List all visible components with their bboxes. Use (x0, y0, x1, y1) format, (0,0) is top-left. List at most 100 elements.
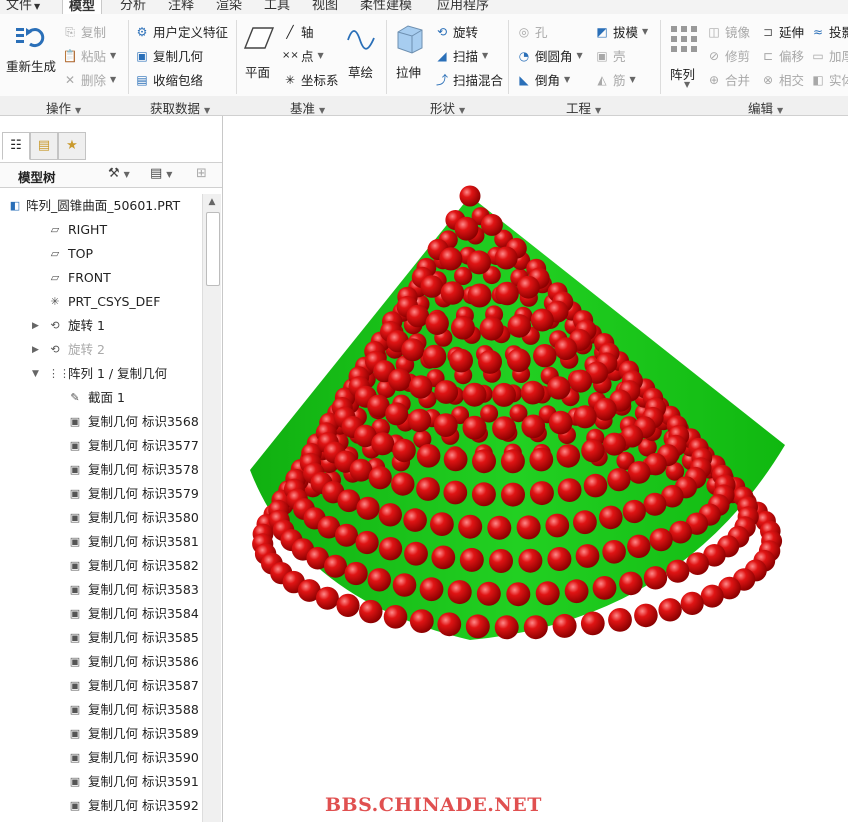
menu-file[interactable]: 文件 ▼ (6, 0, 40, 14)
tree-scrollbar[interactable]: ▲ (202, 194, 221, 822)
revolve-button[interactable]: ⟲ 旋转 (434, 22, 478, 41)
tree-item[interactable]: ▣ 复制几何 标识3591 (0, 770, 202, 794)
tree-item[interactable]: ▶ ⟲ 旋转 1 (0, 314, 202, 338)
sketch-button[interactable]: 草绘 (344, 20, 380, 84)
copy-button[interactable]: ⎘ 复制 (62, 22, 106, 41)
tree-item[interactable]: ▣ 复制几何 标识3582 (0, 554, 202, 578)
copy-geometry-button[interactable]: ▣ 复制几何 (134, 46, 203, 65)
group-separator (508, 20, 509, 94)
group-datum[interactable]: 基准 ▼ (290, 98, 325, 117)
intersect-button[interactable]: ⊗ 相交 (760, 70, 804, 89)
csys-icon: ✳ (284, 72, 296, 87)
axis-label: 轴 (301, 25, 314, 40)
extrude-button[interactable]: 拉伸 (392, 20, 428, 84)
tree-item[interactable]: ▣ 复制几何 标识3577 (0, 434, 202, 458)
tree-item[interactable]: ▣ 复制几何 标识3583 (0, 578, 202, 602)
tab-view[interactable]: 视图 (312, 0, 338, 14)
paste-button[interactable]: 📋 粘贴 ▼ (62, 46, 117, 65)
graphics-viewport[interactable] (223, 116, 848, 822)
sphere (517, 275, 540, 299)
show-icon[interactable]: ▤ ▼ (150, 166, 172, 181)
tree-item[interactable]: ▣ 复制几何 标识3586 (0, 650, 202, 674)
tab-favorites[interactable]: ★ (58, 132, 86, 160)
hole-button[interactable]: ◎ 孔 (516, 22, 548, 41)
tab-tools[interactable]: 工具 (264, 0, 290, 14)
tree-item[interactable]: ▣ 复制几何 标识3589 (0, 722, 202, 746)
copy-geometry-icon: ▣ (69, 655, 81, 668)
sweep-button[interactable]: ◢ 扫描 ▼ (434, 46, 488, 65)
tab-flexible-modeling[interactable]: 柔性建模 (360, 0, 412, 14)
pattern-button[interactable]: 阵列 ▼ (666, 20, 702, 90)
trim-button[interactable]: ⊘ 修剪 (706, 46, 750, 65)
tree-item[interactable]: ▣ 复制几何 标识3581 (0, 530, 202, 554)
udf-button[interactable]: ⚙ 用户定义特征 (134, 22, 228, 41)
chamfer-button[interactable]: ◣ 倒角 ▼ (516, 70, 570, 89)
tree-item[interactable]: ▣ 复制几何 标识3587 (0, 674, 202, 698)
tree-item[interactable]: ▣ 复制几何 标识3580 (0, 506, 202, 530)
delete-button[interactable]: ✕ 删除 ▼ (62, 70, 116, 89)
round-button[interactable]: ◔ 倒圆角 ▼ (516, 46, 583, 65)
tab-annotate[interactable]: 注释 (168, 0, 194, 14)
scroll-up-arrow[interactable]: ▲ (203, 194, 221, 210)
tree-item[interactable]: ▣ 复制几何 标识3590 (0, 746, 202, 770)
tab-model-tree[interactable]: ☷ (2, 132, 30, 160)
group-get-data[interactable]: 获取数据 ▼ (150, 98, 210, 117)
copy-geometry-icon: ▣ (69, 631, 81, 644)
swept-blend-button[interactable]: ⤴ 扫描混合 (434, 70, 503, 89)
rib-button[interactable]: ◭ 筋 ▼ (594, 70, 635, 89)
tree-item[interactable]: ▣ 复制几何 标识3578 (0, 458, 202, 482)
thicken-button[interactable]: ▭ 加厚 (810, 46, 848, 65)
plane-icon (244, 27, 274, 49)
tree-item[interactable]: ▣ 复制几何 标识3588 (0, 698, 202, 722)
tab-analysis[interactable]: 分析 (120, 0, 146, 14)
tree-item[interactable]: ▣ 复制几何 标识3579 (0, 482, 202, 506)
mirror-button[interactable]: ◫ 镜像 (706, 22, 750, 41)
draft-button[interactable]: ◩ 拔模 ▼ (594, 22, 648, 41)
scroll-thumb[interactable] (206, 212, 220, 286)
tree-item[interactable]: ▶ ⟲ 旋转 2 (0, 338, 202, 362)
tab-folder-browser[interactable]: ▤ (30, 132, 58, 160)
project-button[interactable]: ≈ 投影 (810, 22, 848, 41)
group-shapes[interactable]: 形状 ▼ (430, 98, 465, 117)
expand-arrow-icon[interactable]: ▶ (32, 314, 39, 338)
tab-applications[interactable]: 应用程序 (437, 0, 489, 14)
tab-render[interactable]: 渲染 (216, 0, 242, 14)
settings-icon[interactable]: ⚒ ▼ (108, 166, 130, 181)
regenerate-button[interactable]: 重新生成 (6, 20, 56, 84)
sphere (462, 415, 487, 440)
tree-item[interactable]: ▣ 复制几何 标识3568 (0, 410, 202, 434)
filter-icon[interactable]: ⊞ (196, 166, 207, 181)
extend-button[interactable]: ⊐ 延伸 (760, 22, 804, 41)
offset-button[interactable]: ⊏ 偏移 (760, 46, 804, 65)
group-engineering[interactable]: 工程 ▼ (566, 98, 601, 117)
draft-label: 拔模 (613, 25, 639, 40)
tree-item[interactable]: ▱ TOP (0, 242, 202, 266)
shrinkwrap-button[interactable]: ▤ 收缩包络 (134, 70, 203, 89)
cone-model[interactable] (223, 116, 848, 822)
tree-item[interactable]: ◧ 阵列_圆锥曲面_50601.PRT (0, 194, 202, 218)
csys-button[interactable]: ✳ 坐标系 (282, 70, 339, 89)
tree-item[interactable]: ▱ RIGHT (0, 218, 202, 242)
tree-item[interactable]: ▣ 复制几何 标识3584 (0, 602, 202, 626)
shell-button[interactable]: ▣ 壳 (594, 46, 625, 65)
tree-item[interactable]: ✎ 截面 1 (0, 386, 202, 410)
collapse-arrow-icon[interactable]: ▼ (32, 362, 39, 386)
plane-button[interactable]: 平面 (242, 20, 276, 84)
tree-item[interactable]: ▣ 复制几何 标识3592 (0, 794, 202, 818)
tree-item[interactable]: ▣ 复制几何 标识3585 (0, 626, 202, 650)
axis-button[interactable]: ╱ 轴 (282, 22, 314, 41)
sphere (371, 432, 395, 456)
solidify-button[interactable]: ◧ 实体化 (810, 70, 848, 89)
group-operations[interactable]: 操作 ▼ (46, 98, 81, 117)
copy-geometry-icon: ▣ (136, 48, 148, 63)
tree-item[interactable]: ▱ FRONT (0, 266, 202, 290)
sphere (407, 408, 432, 433)
tree-item[interactable]: ✳ PRT_CSYS_DEF (0, 290, 202, 314)
group-editing[interactable]: 编辑 ▼ (748, 98, 783, 117)
point-label: 点 (301, 49, 314, 64)
tree-item[interactable]: ▼ ⋮⋮ 阵列 1 / 复制几何 (0, 362, 202, 386)
tab-model[interactable]: 模型 (62, 0, 103, 14)
merge-button[interactable]: ⊕ 合并 (706, 70, 750, 89)
point-button[interactable]: ×× 点 ▼ (282, 46, 324, 65)
expand-arrow-icon[interactable]: ▶ (32, 338, 39, 362)
